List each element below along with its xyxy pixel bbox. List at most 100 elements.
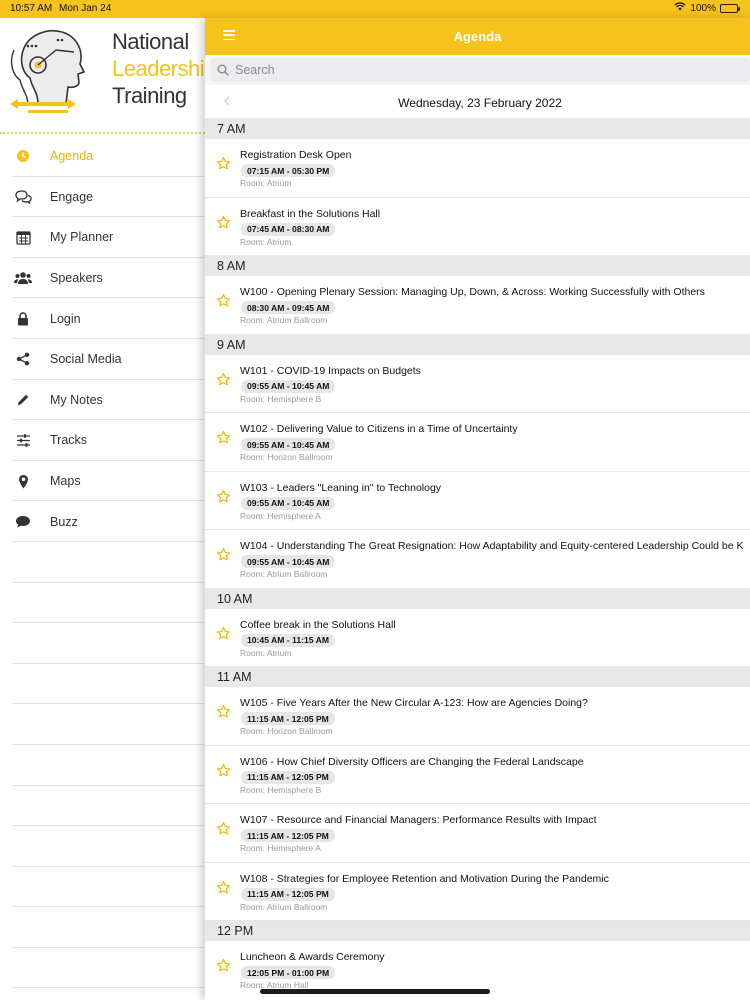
sidebar-item-my-notes[interactable]: My Notes <box>0 380 205 421</box>
session-room: Room: Hemisphere A <box>240 510 321 521</box>
star-icon[interactable] <box>216 958 231 973</box>
session-row[interactable]: W105 - Five Years After the New Circular… <box>205 687 750 746</box>
sidebar-item-label: Buzz <box>50 514 78 529</box>
session-time: 11:15 AM - 12:05 PM <box>241 770 335 784</box>
session-row[interactable]: W107 - Resource and Financial Managers: … <box>205 804 750 863</box>
session-time: 09:55 AM - 10:45 AM <box>241 555 336 568</box>
status-date: Mon Jan 24 <box>59 3 112 14</box>
session-time: 11:15 AM - 12:05 PM <box>241 887 335 901</box>
star-icon[interactable] <box>216 626 231 641</box>
sidebar-empty-row <box>0 948 205 989</box>
session-row[interactable]: W106 - How Chief Diversity Officers are … <box>205 745 750 804</box>
sidebar-item-label: Tracks <box>50 433 88 448</box>
star-icon[interactable] <box>216 704 231 719</box>
sidebar-empty-row <box>0 786 205 827</box>
session-row[interactable]: W104 - Understanding The Great Resignati… <box>205 530 750 589</box>
session-row[interactable]: W103 - Leaders "Leaning in" to Technolog… <box>205 471 750 530</box>
session-title: W101 - COVID-19 Impacts on Budgets <box>240 364 421 377</box>
sidebar-item-tracks[interactable]: Tracks <box>0 420 205 461</box>
search-placeholder: Search <box>235 63 275 77</box>
page-title: Agenda <box>453 29 502 44</box>
session-room: Room: Horizon Ballroom <box>240 452 333 462</box>
star-icon[interactable] <box>216 489 231 504</box>
session-title: W103 - Leaders "Leaning in" to Technolog… <box>240 481 442 494</box>
logo-mark-icon <box>10 30 86 113</box>
sidebar-empty-row <box>0 867 205 908</box>
sidebar-item-my-planner[interactable]: My Planner <box>0 217 205 258</box>
status-right: 100% <box>674 2 740 14</box>
star-icon[interactable] <box>216 880 231 895</box>
sidebar-empty-row <box>0 704 205 745</box>
sidebar-item-maps[interactable]: Maps <box>0 461 205 502</box>
battery-icon <box>720 3 740 13</box>
sidebar-item-engage[interactable]: Engage <box>0 177 205 218</box>
people-icon <box>13 268 33 288</box>
battery-percent: 100% <box>690 2 716 14</box>
session-row[interactable]: Breakfast in the Solutions Hall 07:45 AM … <box>205 197 750 256</box>
sidebar-empty-row <box>0 664 205 705</box>
star-icon[interactable] <box>216 156 231 171</box>
session-time: 07:45 AM - 08:30 AM <box>241 222 336 236</box>
session-time: 09:55 AM - 10:45 AM <box>241 496 336 510</box>
status-bar: 10:57 AM Mon Jan 24 100% <box>0 0 750 18</box>
session-row[interactable]: W102 - Delivering Value to Citizens in a… <box>205 413 750 472</box>
sliders-icon <box>13 430 33 450</box>
clock-icon <box>13 146 33 166</box>
calendar-icon <box>13 227 33 247</box>
session-room: Room: Horizon Ballroom <box>240 726 333 736</box>
session-row[interactable]: W101 - COVID-19 Impacts on Budgets 09:55 … <box>205 354 750 413</box>
session-title: W107 - Resource and Financial Managers: … <box>240 814 597 826</box>
hour-header: 12 PM <box>205 921 750 941</box>
session-title: W108 - Strategies for Employee Retention… <box>240 872 609 885</box>
search-icon <box>215 62 231 78</box>
sidebar-item-login[interactable]: Login <box>0 298 205 339</box>
star-icon[interactable] <box>216 821 231 836</box>
session-time: 09:55 AM - 10:45 AM <box>241 438 336 451</box>
share-icon <box>13 349 33 369</box>
session-room: Room: Atrium Ballroom <box>240 901 328 912</box>
sidebar-item-label: My Notes <box>50 392 103 407</box>
session-time: 11:15 AM - 12:05 PM <box>241 712 335 725</box>
current-date: Wednesday, 23 February 2022 <box>398 96 562 110</box>
session-title: Coffee break in the Solutions Hall <box>240 618 396 631</box>
home-indicator[interactable] <box>260 989 490 994</box>
session-title: W105 - Five Years After the New Circular… <box>240 697 588 709</box>
session-room: Room: Hemisphere B <box>240 784 322 795</box>
sidebar-item-speakers[interactable]: Speakers <box>0 258 205 299</box>
star-icon[interactable] <box>216 430 231 445</box>
session-time: 10:45 AM - 11:15 AM <box>241 633 335 647</box>
sidebar: National Leadership Training Agenda Enga… <box>0 18 216 1000</box>
session-time: 09:55 AM - 10:45 AM <box>241 379 336 393</box>
sidebar-item-agenda[interactable]: Agenda <box>0 136 205 177</box>
session-row[interactable]: Coffee break in the Solutions Hall 10:45 … <box>205 608 750 667</box>
sidebar-item-social-media[interactable]: Social Media <box>0 339 205 380</box>
sidebar-empty-row <box>0 907 205 948</box>
session-title: W102 - Delivering Value to Citizens in a… <box>240 423 518 435</box>
search-input[interactable]: Search <box>211 58 750 82</box>
session-room: Room: Atrium <box>240 236 292 247</box>
agenda-list: 7 AM Registration Desk Open 07:15 AM - 05:… <box>205 119 750 1000</box>
session-room: Room: Atrium Ballroom <box>240 315 328 325</box>
nav-bar: Agenda <box>205 18 750 55</box>
session-row[interactable]: W108 - Strategies for Employee Retention… <box>205 862 750 921</box>
star-icon[interactable] <box>216 215 231 230</box>
session-row[interactable]: W100 - Opening Plenary Session: Managing… <box>205 276 750 335</box>
sidebar-item-buzz[interactable]: Buzz <box>0 501 205 542</box>
wifi-icon <box>674 2 686 14</box>
sidebar-empty-row <box>0 542 205 583</box>
star-icon[interactable] <box>216 293 231 308</box>
logo-line-leadership: Leadership <box>112 56 216 81</box>
sidebar-item-label: Engage <box>50 189 94 204</box>
session-room: Room: Atrium <box>240 647 292 658</box>
logo-text: National Leadership Training <box>112 28 216 109</box>
star-icon[interactable] <box>216 763 231 778</box>
hour-header: 8 AM <box>205 256 750 276</box>
session-title: Registration Desk Open <box>240 149 352 161</box>
star-icon[interactable] <box>216 372 231 387</box>
star-icon[interactable] <box>216 547 231 562</box>
logo-divider <box>0 132 205 134</box>
session-title: W104 - Understanding The Great Resignati… <box>240 540 744 552</box>
logo-line-training: Training <box>112 83 187 108</box>
search-bar: Search <box>205 55 750 85</box>
session-row[interactable]: Registration Desk Open 07:15 AM - 05:30 P… <box>205 139 750 198</box>
